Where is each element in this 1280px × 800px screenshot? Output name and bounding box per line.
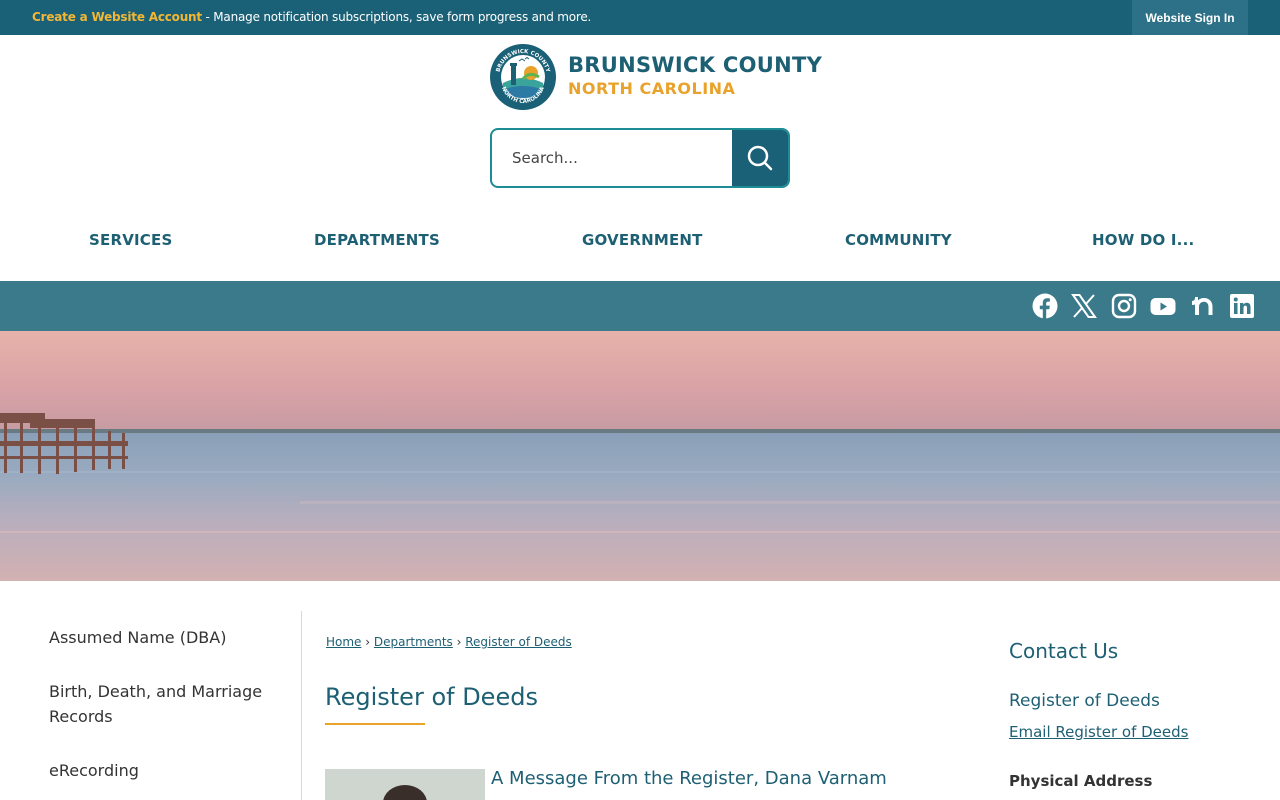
breadcrumb-separator: › <box>365 635 371 649</box>
title-underline <box>325 723 425 725</box>
county-logo[interactable]: BRUNSWICK COUNTY NORTH CAROLINA BRUNSWIC… <box>489 43 822 111</box>
hero-banner-image <box>0 331 1280 581</box>
notification-text: - Manage notification subscriptions, sav… <box>201 10 592 24</box>
nav-item-government[interactable]: GOVERNMENT <box>582 231 703 249</box>
physical-address-label: Physical Address <box>1009 772 1153 790</box>
nav-item-how-do-i[interactable]: HOW DO I... <box>1092 231 1194 249</box>
sidebar-item-erecording[interactable]: eRecording <box>49 758 279 783</box>
page-title: Register of Deeds <box>325 683 538 711</box>
contact-department-name: Register of Deeds <box>1009 691 1160 711</box>
notification-bar: Create a Website Account - Manage notifi… <box>0 0 1280 35</box>
site-search <box>490 128 790 188</box>
sidebar-item-vital-records[interactable]: Birth, Death, and Marriage Records <box>49 679 279 729</box>
x-icon[interactable] <box>1071 293 1097 319</box>
search-button[interactable] <box>732 130 788 186</box>
email-register-link[interactable]: Email Register of Deeds <box>1009 723 1188 741</box>
youtube-icon[interactable] <box>1150 293 1176 319</box>
instagram-icon[interactable] <box>1111 293 1137 319</box>
contact-us-heading: Contact Us <box>1009 639 1119 663</box>
breadcrumb-register-of-deeds[interactable]: Register of Deeds <box>465 635 571 649</box>
breadcrumb: Home › Departments › Register of Deeds <box>326 635 572 649</box>
linkedin-icon[interactable] <box>1229 293 1255 319</box>
nextdoor-icon[interactable] <box>1190 293 1216 319</box>
nav-item-community[interactable]: COMMUNITY <box>845 231 952 249</box>
nav-item-services[interactable]: SERVICES <box>89 231 172 249</box>
social-media-bar <box>0 281 1280 331</box>
waterfront-pier-image <box>0 331 1280 581</box>
create-account-link[interactable]: Create a Website Account <box>32 10 202 24</box>
article-title-link[interactable]: A Message From the Register, Dana Varnam <box>491 768 887 789</box>
county-seal-icon: BRUNSWICK COUNTY NORTH CAROLINA <box>490 44 556 110</box>
logo-name-line2: NORTH CAROLINA <box>568 79 736 98</box>
breadcrumb-separator: › <box>456 635 462 649</box>
section-sidebar: Assumed Name (DBA) Birth, Death, and Mar… <box>0 611 302 800</box>
article-excerpt-cutoff <box>491 794 921 800</box>
logo-name-line1: BRUNSWICK COUNTY <box>568 53 823 77</box>
main-navigation: SERVICES DEPARTMENTS GOVERNMENT COMMUNIT… <box>0 220 1280 260</box>
nav-item-departments[interactable]: DEPARTMENTS <box>314 231 440 249</box>
sidebar-item-assumed-name[interactable]: Assumed Name (DBA) <box>49 625 279 650</box>
search-input[interactable] <box>492 130 734 186</box>
breadcrumb-home[interactable]: Home <box>326 635 361 649</box>
breadcrumb-departments[interactable]: Departments <box>374 635 453 649</box>
notification-message: Create a Website Account - Manage notifi… <box>32 10 591 24</box>
website-sign-in-button[interactable]: Website Sign In <box>1132 0 1248 35</box>
facebook-icon[interactable] <box>1032 293 1058 319</box>
search-icon <box>747 145 773 171</box>
register-photo <box>325 769 485 800</box>
